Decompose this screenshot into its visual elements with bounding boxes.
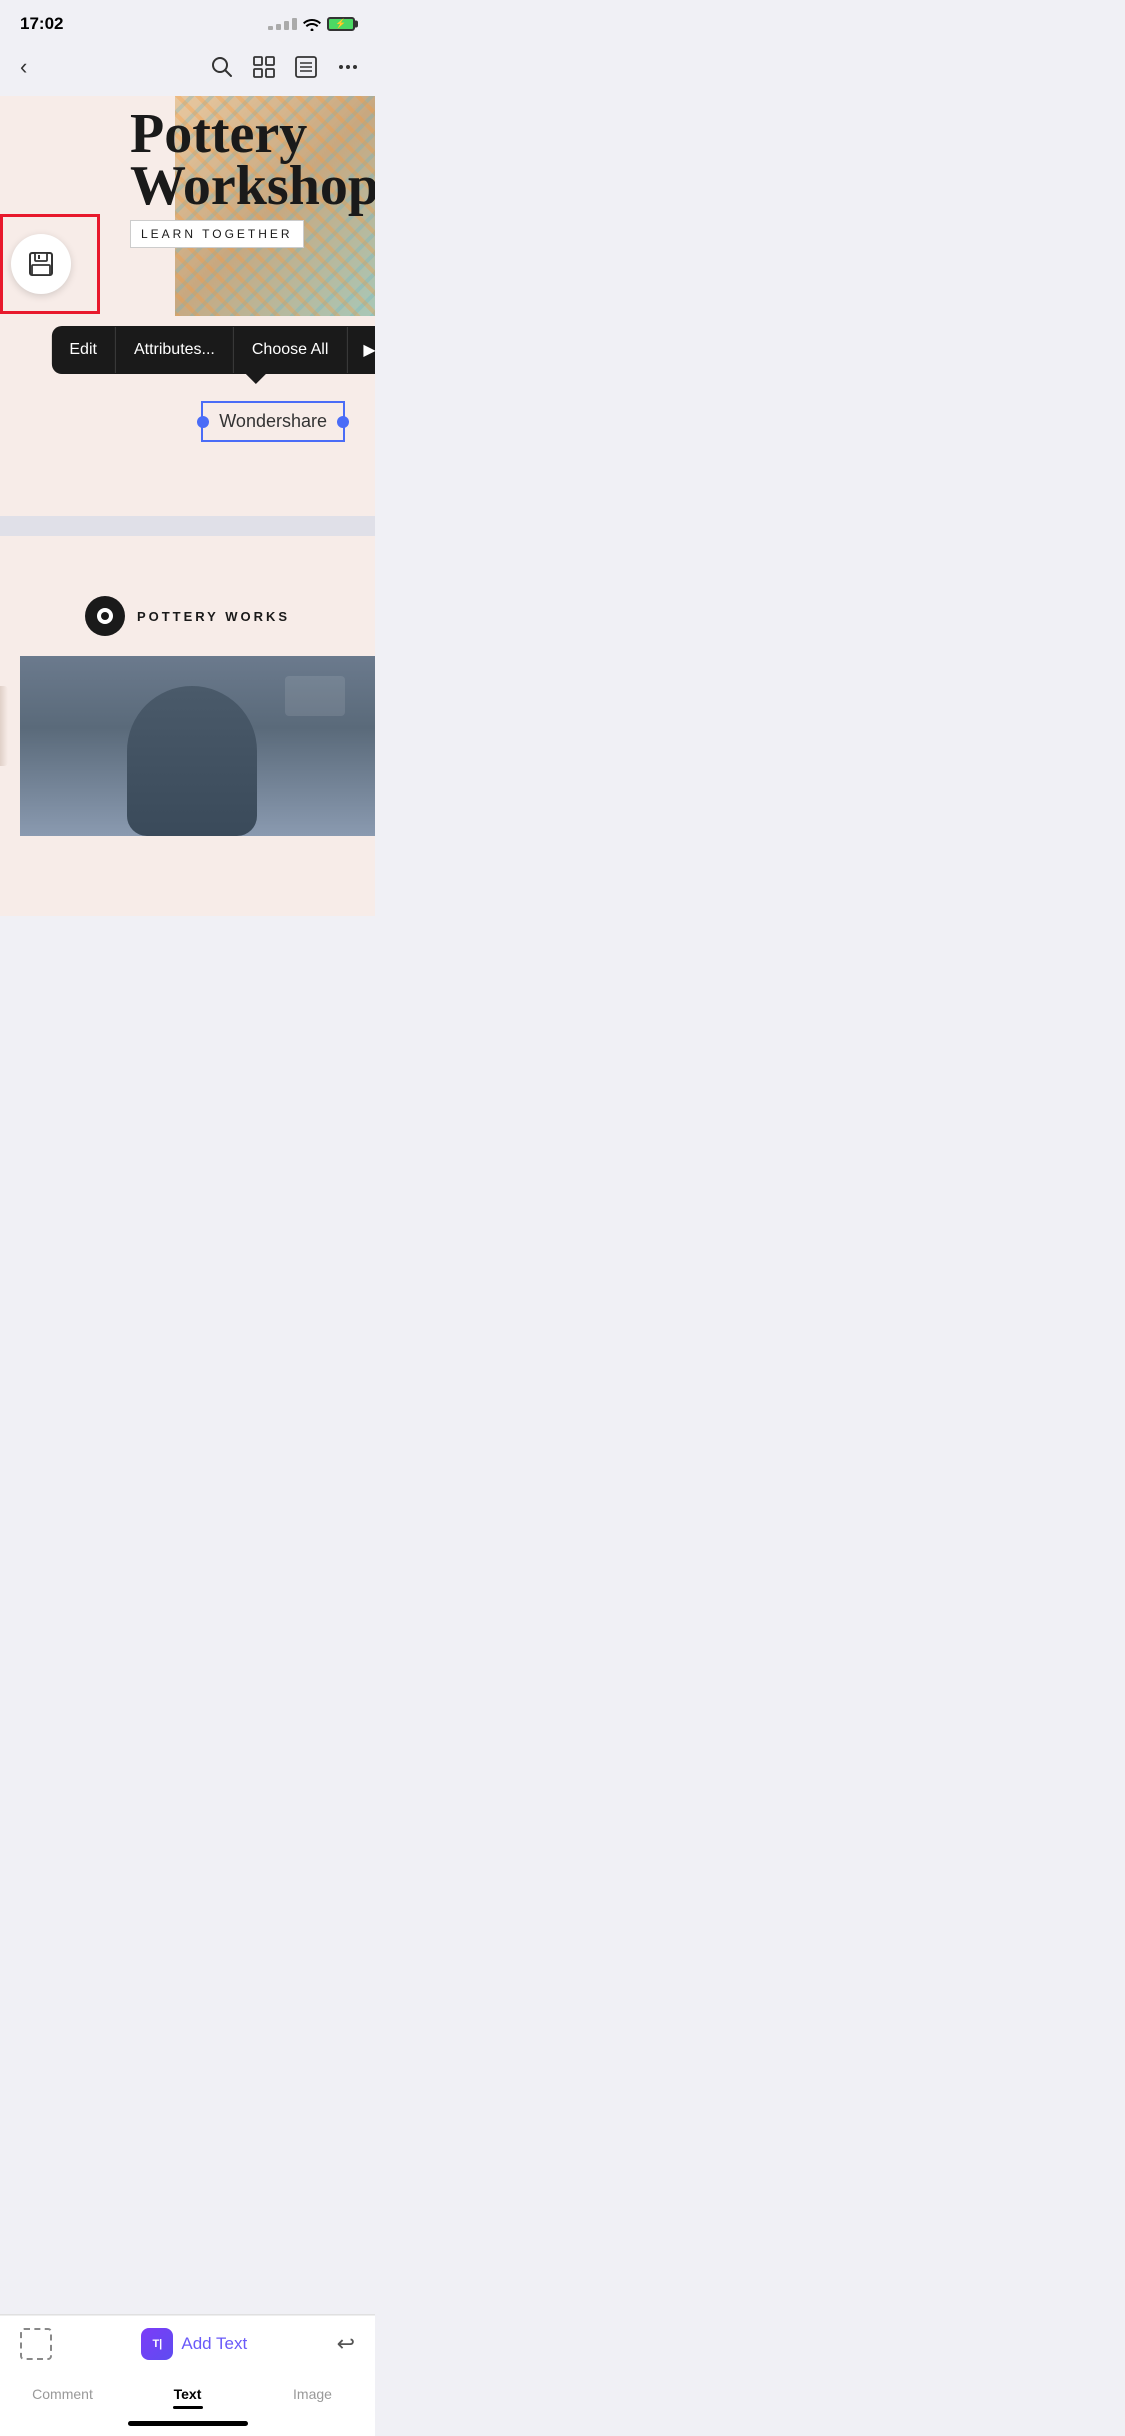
pottery-title2: Workshop — [130, 158, 375, 214]
pottery-logo-row: POTTERY WORKS — [0, 596, 375, 656]
choose-all-menu-item[interactable]: Choose All — [234, 327, 348, 373]
pottery-subtitle: LEARN TOGETHER — [141, 227, 293, 241]
list-icon[interactable] — [295, 56, 317, 78]
top-toolbar: ‹ — [0, 42, 375, 96]
pottery-title-block: Pottery Workshop LEARN TOGETHER — [130, 96, 375, 248]
save-icon — [27, 250, 55, 278]
surface-highlight — [285, 676, 345, 716]
battery-icon: ⚡ — [327, 17, 355, 31]
status-icons: ⚡ — [268, 17, 355, 31]
tab-comment-label: Comment — [32, 2382, 93, 2402]
pottery-subtitle-bar: LEARN TOGETHER — [130, 220, 304, 248]
more-icon[interactable] — [337, 56, 359, 78]
add-text-icon-label: T| — [152, 2338, 162, 2350]
selection-button[interactable] — [20, 2328, 52, 2360]
bottom-area: T| Add Text ↩ Comment Text Image — [0, 2314, 375, 2436]
edit-menu-item[interactable]: Edit — [51, 327, 116, 373]
pottery-works-label: POTTERY WORKS — [137, 609, 290, 624]
home-bar — [128, 2421, 248, 2426]
add-text-bar: T| Add Text ↩ — [0, 2315, 375, 2372]
search-icon[interactable] — [211, 56, 233, 78]
page-image-bg — [20, 656, 375, 836]
pottery-title: Pottery — [130, 106, 375, 162]
second-page: POTTERY WORKS — [0, 536, 375, 916]
save-button[interactable] — [11, 234, 71, 294]
pottery-logo-icon — [85, 596, 125, 636]
tab-text[interactable]: Text — [125, 2382, 250, 2409]
handle-left[interactable] — [197, 416, 209, 428]
add-text-label: Add Text — [181, 2334, 247, 2354]
bottom-tabs: Comment Text Image — [0, 2372, 375, 2415]
second-page-content: POTTERY WORKS — [0, 536, 375, 836]
add-text-button[interactable]: T| Add Text — [141, 2328, 247, 2360]
pottery-logo-svg — [95, 606, 115, 626]
wifi-icon — [303, 17, 321, 31]
status-time: 17:02 — [20, 14, 63, 34]
left-page-edge — [0, 536, 20, 916]
canvas-area: Pottery Workshop LEARN TOGETHER Edit Att… — [0, 96, 375, 516]
context-menu: Edit Attributes... Choose All ▶ — [51, 326, 375, 374]
tab-text-label: Text — [174, 2382, 202, 2402]
tab-text-indicator — [173, 2406, 203, 2409]
left-page-curl — [0, 686, 8, 766]
grid-icon[interactable] — [253, 56, 275, 78]
add-text-icon: T| — [141, 2328, 173, 2360]
home-indicator — [0, 2415, 375, 2436]
tab-image-label: Image — [293, 2382, 332, 2402]
second-page-image — [20, 656, 375, 836]
person-silhouette — [127, 686, 257, 836]
tab-comment[interactable]: Comment — [0, 2382, 125, 2409]
back-button[interactable]: ‹ — [16, 50, 31, 84]
handle-right[interactable] — [337, 416, 349, 428]
page-divider — [0, 516, 375, 536]
tab-image[interactable]: Image — [250, 2382, 375, 2409]
signal-icon — [268, 18, 297, 30]
save-button-container — [0, 214, 100, 314]
status-bar: 17:02 ⚡ — [0, 0, 375, 42]
wondershare-text: Wondershare — [219, 411, 327, 431]
wondershare-text-element[interactable]: Wondershare — [201, 401, 345, 442]
context-menu-more-button[interactable]: ▶ — [347, 326, 375, 374]
attributes-menu-item[interactable]: Attributes... — [116, 327, 234, 373]
undo-button[interactable]: ↩ — [337, 2331, 355, 2357]
